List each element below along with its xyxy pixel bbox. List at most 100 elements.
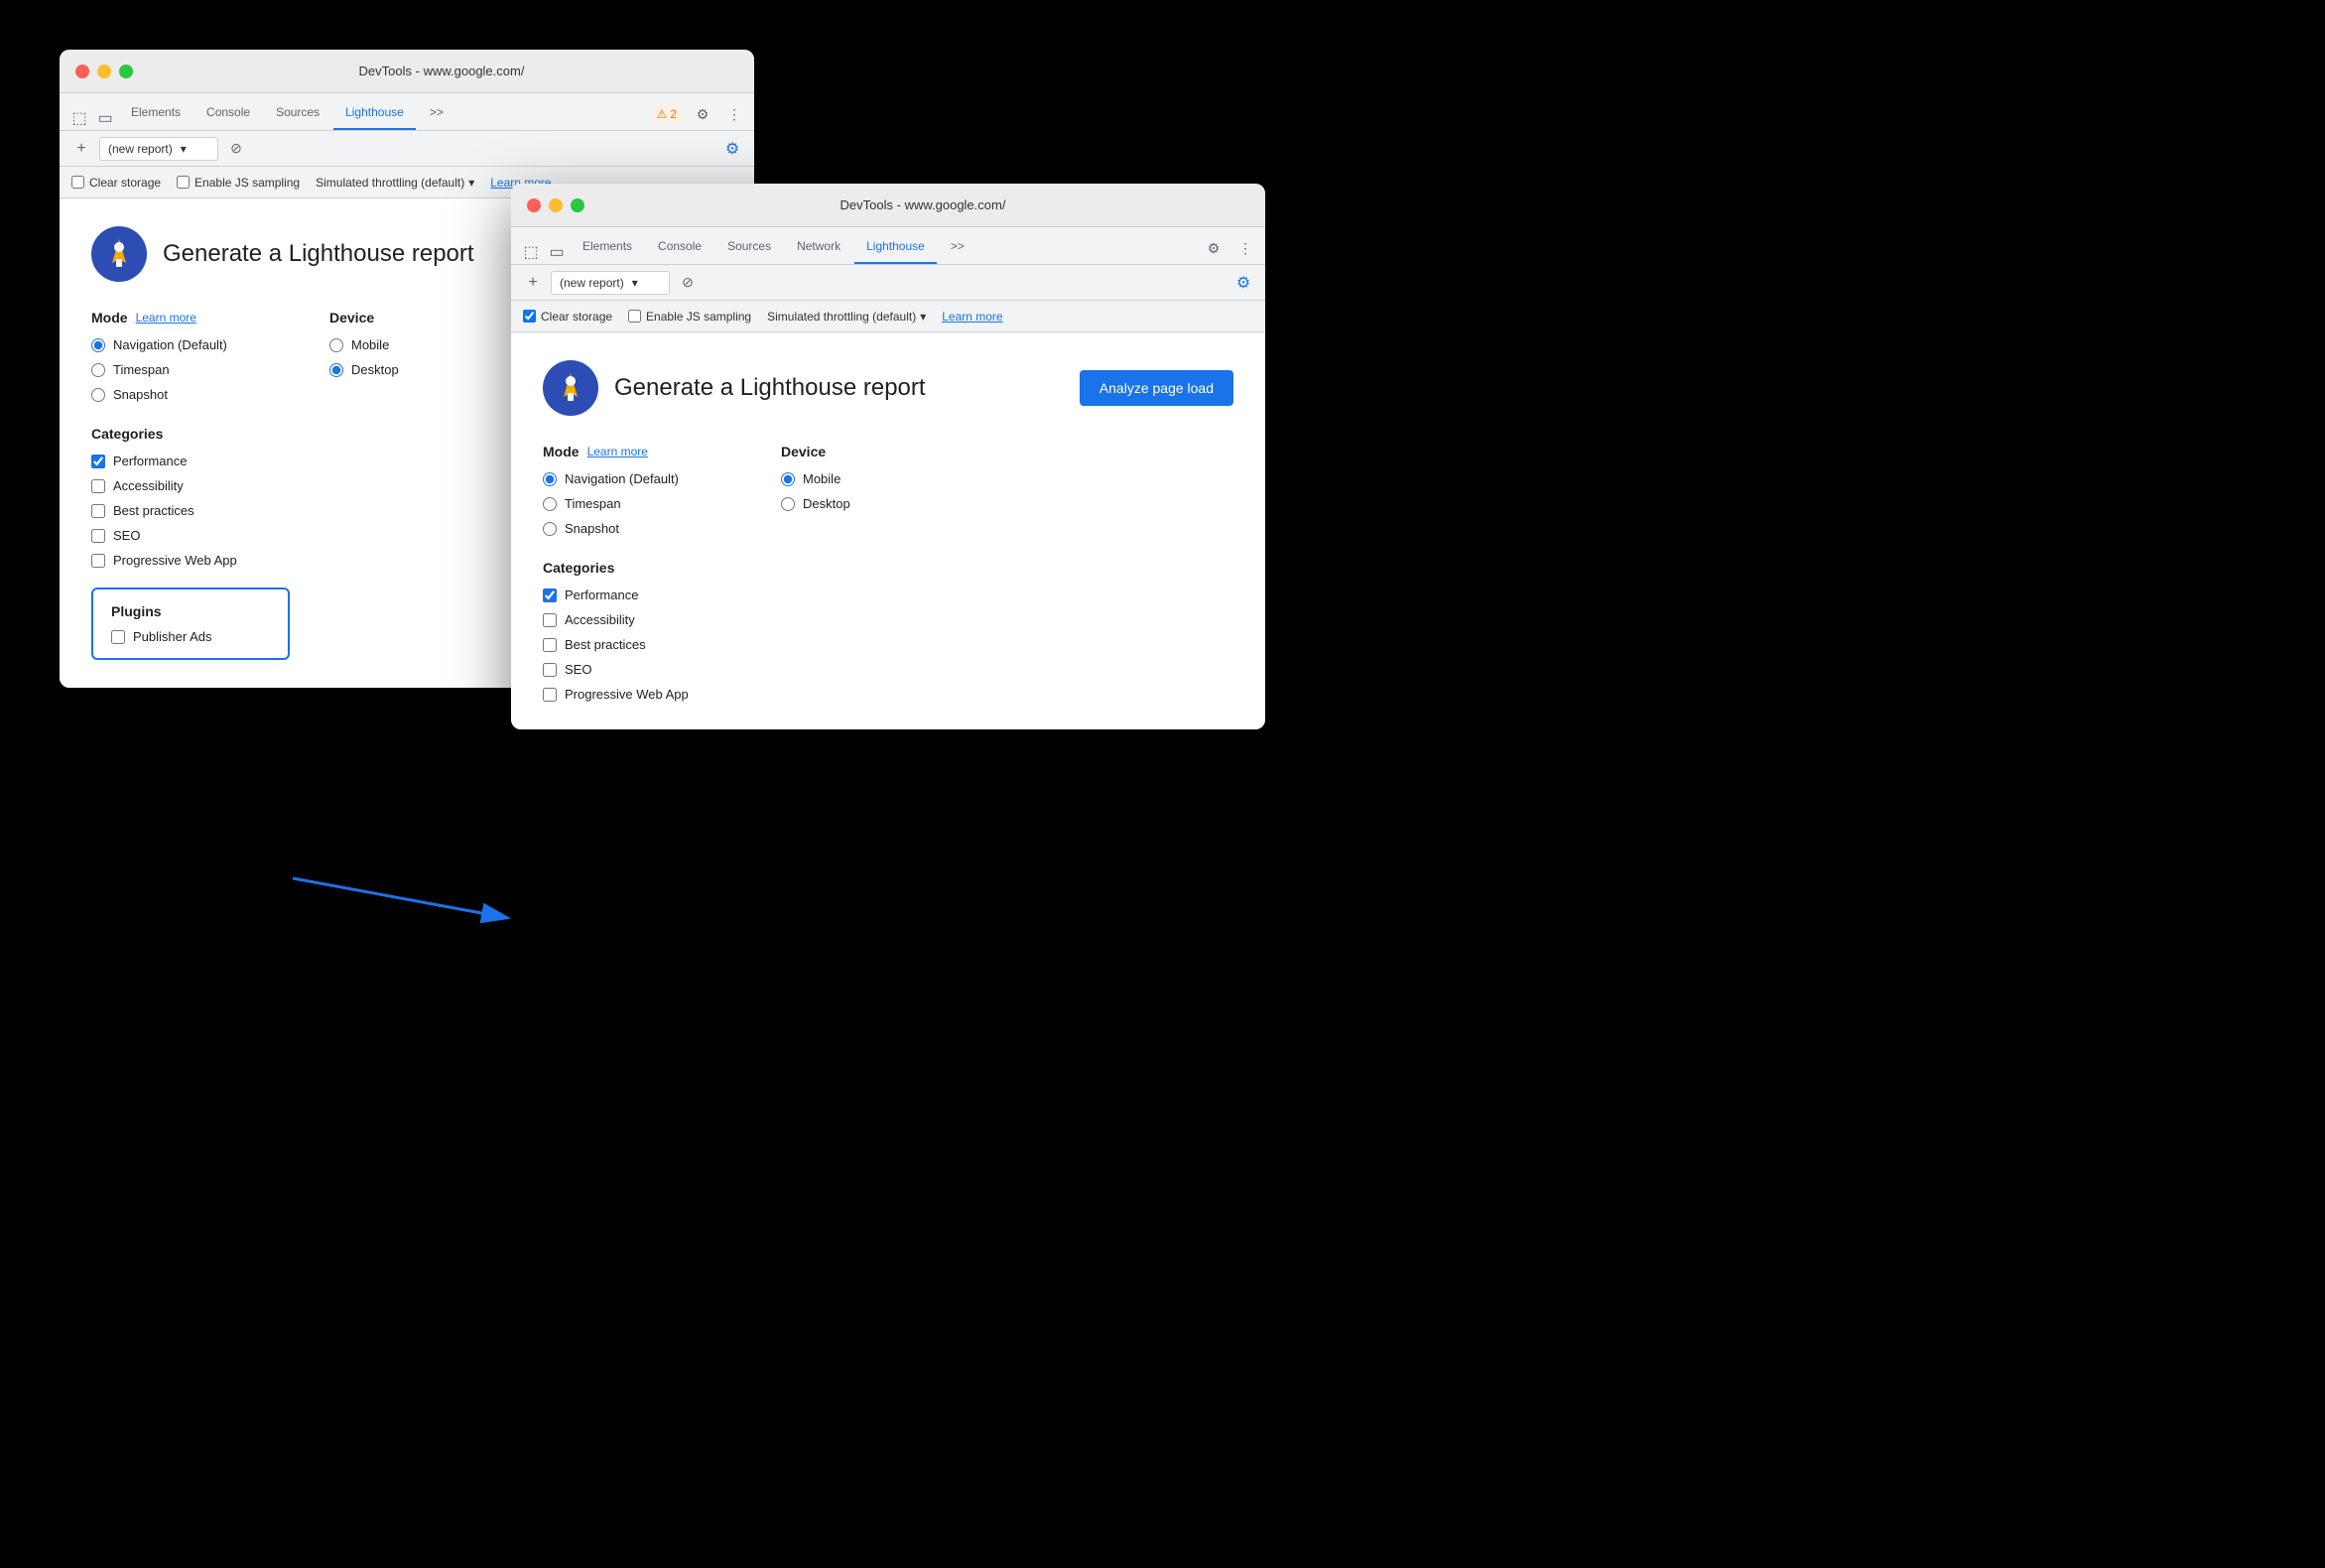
tab-sources-1[interactable]: Sources	[264, 96, 331, 130]
settings-icon-2[interactable]: ⚙	[1202, 236, 1226, 260]
cat-best-practices-2[interactable]: Best practices	[543, 637, 1233, 652]
device-desktop-2[interactable]: Desktop	[781, 496, 960, 511]
clear-report-button-2[interactable]: ⊘	[678, 273, 698, 293]
traffic-lights-1	[75, 65, 133, 78]
clear-storage-label-2[interactable]: Clear storage	[523, 310, 612, 324]
enable-js-sampling-checkbox-2[interactable]	[628, 310, 641, 323]
device-desktop-1[interactable]: Desktop	[329, 362, 508, 377]
mode-navigation-1[interactable]: Navigation (Default)	[91, 337, 270, 352]
report-placeholder-2: (new report)	[560, 276, 624, 290]
cat-best-practices-checkbox-2[interactable]	[543, 638, 557, 652]
enable-js-sampling-label-1[interactable]: Enable JS sampling	[177, 176, 300, 190]
cat-accessibility-2[interactable]: Accessibility	[543, 612, 1233, 627]
tab-sources-2[interactable]: Sources	[715, 230, 783, 264]
more-options-icon-2[interactable]: ⋮	[1233, 236, 1257, 260]
tab-more-2[interactable]: >>	[939, 230, 976, 264]
cat-seo-checkbox-1[interactable]	[91, 529, 105, 543]
panel-header-2: Generate a Lighthouse report Analyze pag…	[543, 360, 1233, 416]
cat-pwa-checkbox-2[interactable]	[543, 688, 557, 702]
clear-report-button-1[interactable]: ⊘	[226, 139, 246, 159]
mode-learn-more-2[interactable]: Learn more	[587, 445, 648, 458]
device-mobile-2[interactable]: Mobile	[781, 471, 960, 486]
mode-timespan-radio-2[interactable]	[543, 497, 557, 511]
generate-panel-2: Generate a Lighthouse report Analyze pag…	[511, 332, 1265, 729]
device-section-1: Device Mobile Desktop	[329, 310, 508, 402]
gear-button-1[interactable]: ⚙	[722, 139, 742, 159]
plugins-label-1: Plugins	[111, 603, 270, 619]
clear-storage-label-1[interactable]: Clear storage	[71, 176, 161, 190]
mode-snapshot-radio-1[interactable]	[91, 388, 105, 402]
cat-performance-checkbox-1[interactable]	[91, 455, 105, 468]
cat-seo-2[interactable]: SEO	[543, 662, 1233, 677]
minimize-button-1[interactable]	[97, 65, 111, 78]
device-mobile-radio-2[interactable]	[781, 472, 795, 486]
mode-learn-more-1[interactable]: Learn more	[136, 311, 196, 325]
tab-more-1[interactable]: >>	[418, 96, 455, 130]
minimize-button-2[interactable]	[549, 198, 563, 212]
tab-lighthouse-2[interactable]: Lighthouse	[854, 230, 937, 264]
plugin-publisher-ads-1[interactable]: Publisher Ads	[111, 629, 270, 644]
close-button-1[interactable]	[75, 65, 89, 78]
mode-radio-group-1: Navigation (Default) Timespan Snapshot	[91, 337, 270, 402]
maximize-button-2[interactable]	[571, 198, 584, 212]
gear-button-2[interactable]: ⚙	[1233, 273, 1253, 293]
mode-timespan-1[interactable]: Timespan	[91, 362, 270, 377]
mode-navigation-radio-1[interactable]	[91, 338, 105, 352]
mode-snapshot-radio-2[interactable]	[543, 522, 557, 536]
warning-badge-1[interactable]: ⚠ 2	[651, 105, 683, 123]
analyze-button-2[interactable]: Analyze page load	[1080, 370, 1233, 406]
tab-console-2[interactable]: Console	[646, 230, 713, 264]
tab-network-2[interactable]: Network	[785, 230, 852, 264]
mode-snapshot-2[interactable]: Snapshot	[543, 521, 721, 536]
plugin-publisher-ads-checkbox-1[interactable]	[111, 630, 125, 644]
cat-seo-checkbox-2[interactable]	[543, 663, 557, 677]
window-title-1: DevTools - www.google.com/	[145, 64, 738, 78]
mode-navigation-radio-2[interactable]	[543, 472, 557, 486]
tabs-bar-2: ⬚ ▭ Elements Console Sources Network Lig…	[511, 227, 1265, 265]
settings-icon-1[interactable]: ⚙	[691, 102, 714, 126]
cat-pwa-checkbox-1[interactable]	[91, 554, 105, 568]
clear-storage-checkbox-1[interactable]	[71, 176, 84, 189]
cat-accessibility-checkbox-1[interactable]	[91, 479, 105, 493]
close-button-2[interactable]	[527, 198, 541, 212]
tab-elements-2[interactable]: Elements	[571, 230, 644, 264]
devtools-content-2: Generate a Lighthouse report Analyze pag…	[511, 332, 1265, 729]
cat-performance-checkbox-2[interactable]	[543, 588, 557, 602]
device-toggle-icon-2[interactable]: ▭	[545, 240, 569, 264]
device-desktop-radio-1[interactable]	[329, 363, 343, 377]
throttling-dropdown-icon: ▾	[468, 176, 474, 190]
learn-more-link-2[interactable]: Learn more	[942, 310, 1002, 324]
window-title-2: DevTools - www.google.com/	[596, 197, 1249, 212]
cat-pwa-2[interactable]: Progressive Web App	[543, 687, 1233, 702]
mode-timespan-radio-1[interactable]	[91, 363, 105, 377]
lighthouse-logo-svg-1	[100, 235, 138, 273]
tab-elements-1[interactable]: Elements	[119, 96, 193, 130]
inspect-element-icon[interactable]: ⬚	[67, 106, 91, 130]
throttling-select-1[interactable]: Simulated throttling (default) ▾	[316, 176, 474, 190]
tab-lighthouse-1[interactable]: Lighthouse	[333, 96, 416, 130]
cat-best-practices-checkbox-1[interactable]	[91, 504, 105, 518]
cat-performance-2[interactable]: Performance	[543, 588, 1233, 602]
clear-storage-checkbox-2[interactable]	[523, 310, 536, 323]
enable-js-sampling-label-2[interactable]: Enable JS sampling	[628, 310, 751, 324]
add-report-button-1[interactable]: +	[71, 139, 91, 159]
device-mobile-radio-1[interactable]	[329, 338, 343, 352]
device-header-1: Device	[329, 310, 508, 326]
throttling-select-2[interactable]: Simulated throttling (default) ▾	[767, 310, 926, 324]
mode-navigation-2[interactable]: Navigation (Default)	[543, 471, 721, 486]
tab-console-1[interactable]: Console	[194, 96, 262, 130]
report-select-2[interactable]: (new report) ▾	[551, 271, 670, 295]
cat-accessibility-checkbox-2[interactable]	[543, 613, 557, 627]
device-desktop-radio-2[interactable]	[781, 497, 795, 511]
report-select-1[interactable]: (new report) ▾	[99, 137, 218, 161]
add-report-button-2[interactable]: +	[523, 273, 543, 293]
inspect-element-icon-2[interactable]: ⬚	[519, 240, 543, 264]
mode-snapshot-1[interactable]: Snapshot	[91, 387, 270, 402]
maximize-button-1[interactable]	[119, 65, 133, 78]
mode-timespan-2[interactable]: Timespan	[543, 496, 721, 511]
device-mobile-1[interactable]: Mobile	[329, 337, 508, 352]
more-options-icon-1[interactable]: ⋮	[722, 102, 746, 126]
device-toggle-icon[interactable]: ▭	[93, 106, 117, 130]
enable-js-sampling-checkbox-1[interactable]	[177, 176, 190, 189]
mode-header-1: Mode Learn more	[91, 310, 270, 326]
